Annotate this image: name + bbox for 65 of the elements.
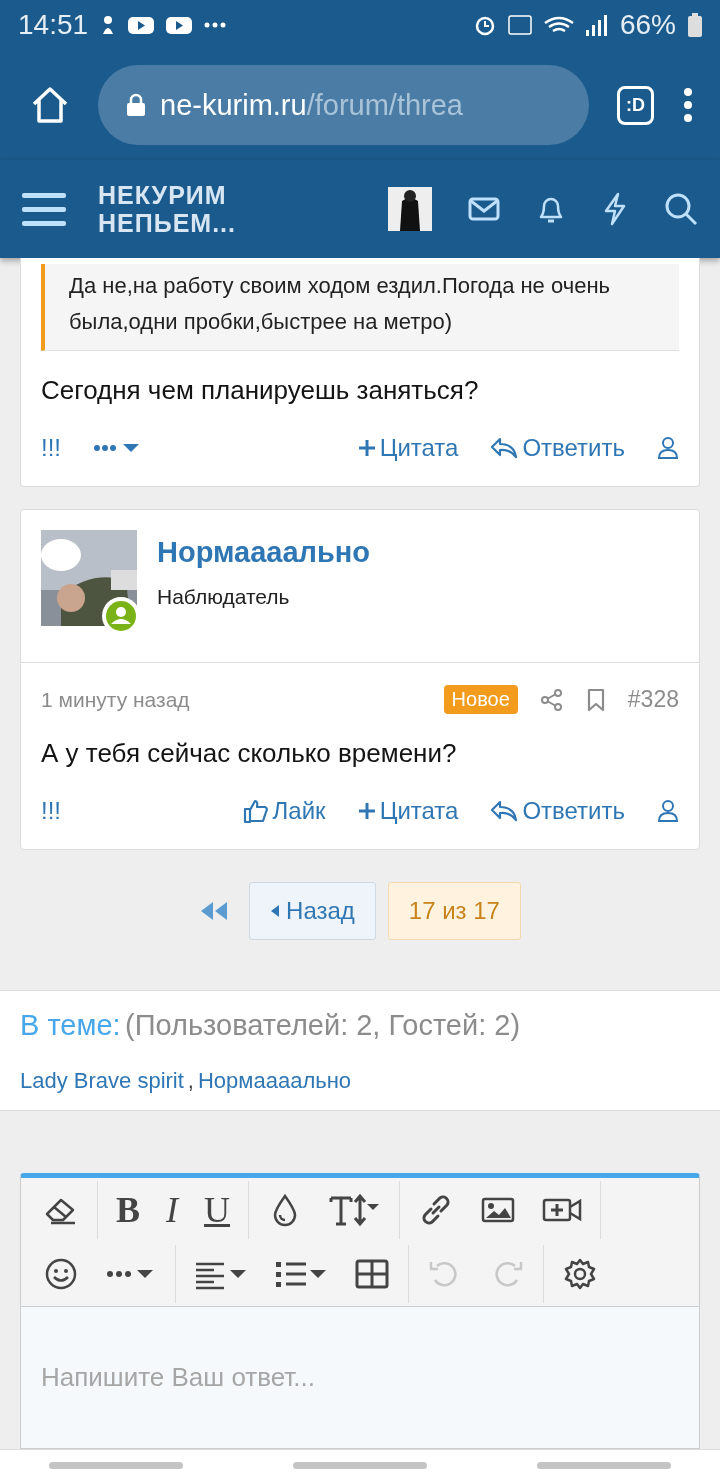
thumbs-up-icon xyxy=(242,798,269,824)
user-icon[interactable] xyxy=(657,799,679,823)
quote-button[interactable]: Цитата xyxy=(357,797,459,825)
battery-icon xyxy=(688,13,702,37)
video-play-icon xyxy=(166,16,193,34)
report-link[interactable]: !!! xyxy=(41,797,61,825)
visitor-counts: (Пользователей: 2, Гостей: 2) xyxy=(125,1009,521,1041)
plus-icon xyxy=(357,802,376,820)
signal-icon xyxy=(585,14,608,36)
like-button[interactable]: Лайк xyxy=(242,797,326,825)
settings-icon[interactable] xyxy=(562,1256,598,1292)
nav-handle[interactable] xyxy=(49,1461,183,1469)
bookmark-icon[interactable] xyxy=(585,687,606,712)
reply-button[interactable]: Ответить xyxy=(490,434,625,462)
quote-button[interactable]: Цитата xyxy=(357,434,459,462)
more-notifications-icon xyxy=(204,22,227,28)
site-logo[interactable]: НЕКУРИМ НЕПЬЕМ... xyxy=(98,181,236,237)
caret-left-icon xyxy=(270,904,281,918)
reply-button[interactable]: Ответить xyxy=(490,797,625,825)
author-role: Наблюдатель xyxy=(157,585,291,609)
wifi-icon xyxy=(543,15,574,35)
previous-page-button[interactable]: Назад xyxy=(249,882,376,940)
reply-input[interactable]: Напишите Ваш ответ... xyxy=(21,1306,699,1448)
more-menu-icon[interactable] xyxy=(682,87,694,123)
post-text: Сегодня чем планируешь заняться? xyxy=(40,374,480,407)
user-link[interactable]: Нормаааально xyxy=(198,1068,352,1094)
more-dropdown-icon[interactable] xyxy=(93,441,141,455)
mail-icon[interactable] xyxy=(468,197,500,221)
battery-percent: 66% xyxy=(619,9,676,41)
plus-icon xyxy=(357,439,376,457)
list-separator: , xyxy=(187,1068,194,1094)
in-thread-label: В теме: xyxy=(20,1009,121,1041)
post-number[interactable]: #328 xyxy=(627,686,679,713)
reply-arrow-icon xyxy=(490,799,519,823)
italic-button[interactable]: I xyxy=(166,1189,178,1231)
post-text: А у тебя сейчас сколько времени? xyxy=(40,737,458,770)
report-link[interactable]: !!! xyxy=(41,434,61,462)
status-time: 14:51 xyxy=(18,9,89,41)
nav-handle[interactable] xyxy=(293,1461,427,1469)
author-name[interactable]: Нормаааально xyxy=(157,536,371,569)
underline-button[interactable]: U xyxy=(204,1189,230,1231)
reply-arrow-icon xyxy=(490,436,519,460)
lightning-icon[interactable] xyxy=(602,192,628,226)
bold-button[interactable]: B xyxy=(116,1189,140,1231)
alarm-icon xyxy=(473,14,496,36)
emoji-icon[interactable] xyxy=(43,1256,79,1292)
first-page-icon[interactable] xyxy=(199,900,230,922)
menu-icon[interactable] xyxy=(22,191,66,227)
share-icon[interactable] xyxy=(539,687,564,712)
quote-block: Да не,на работу своим ходом ездил.Погода не очень была,одни пробки,быстрее на метро) xyxy=(41,264,679,351)
page-indicator[interactable]: 17 из 17 xyxy=(387,882,521,940)
lock-icon xyxy=(126,93,146,117)
url-text: ne-kurim.ru/forum/threa xyxy=(160,88,463,122)
new-badge: Новое xyxy=(443,685,518,714)
user-avatar[interactable] xyxy=(388,187,432,231)
text-size-icon[interactable] xyxy=(329,1192,381,1228)
home-icon[interactable] xyxy=(30,86,70,124)
search-icon[interactable] xyxy=(664,192,698,226)
address-bar[interactable]: ne-kurim.ru/forum/threa xyxy=(98,65,589,145)
user-icon[interactable] xyxy=(657,436,679,460)
post-time[interactable]: 1 минуту назад xyxy=(41,687,190,712)
nav-handle[interactable] xyxy=(537,1461,671,1469)
video-play-icon xyxy=(128,16,155,34)
tabs-button[interactable]: :D xyxy=(617,85,654,125)
user-link[interactable]: Lady Brave spirit xyxy=(20,1068,184,1094)
